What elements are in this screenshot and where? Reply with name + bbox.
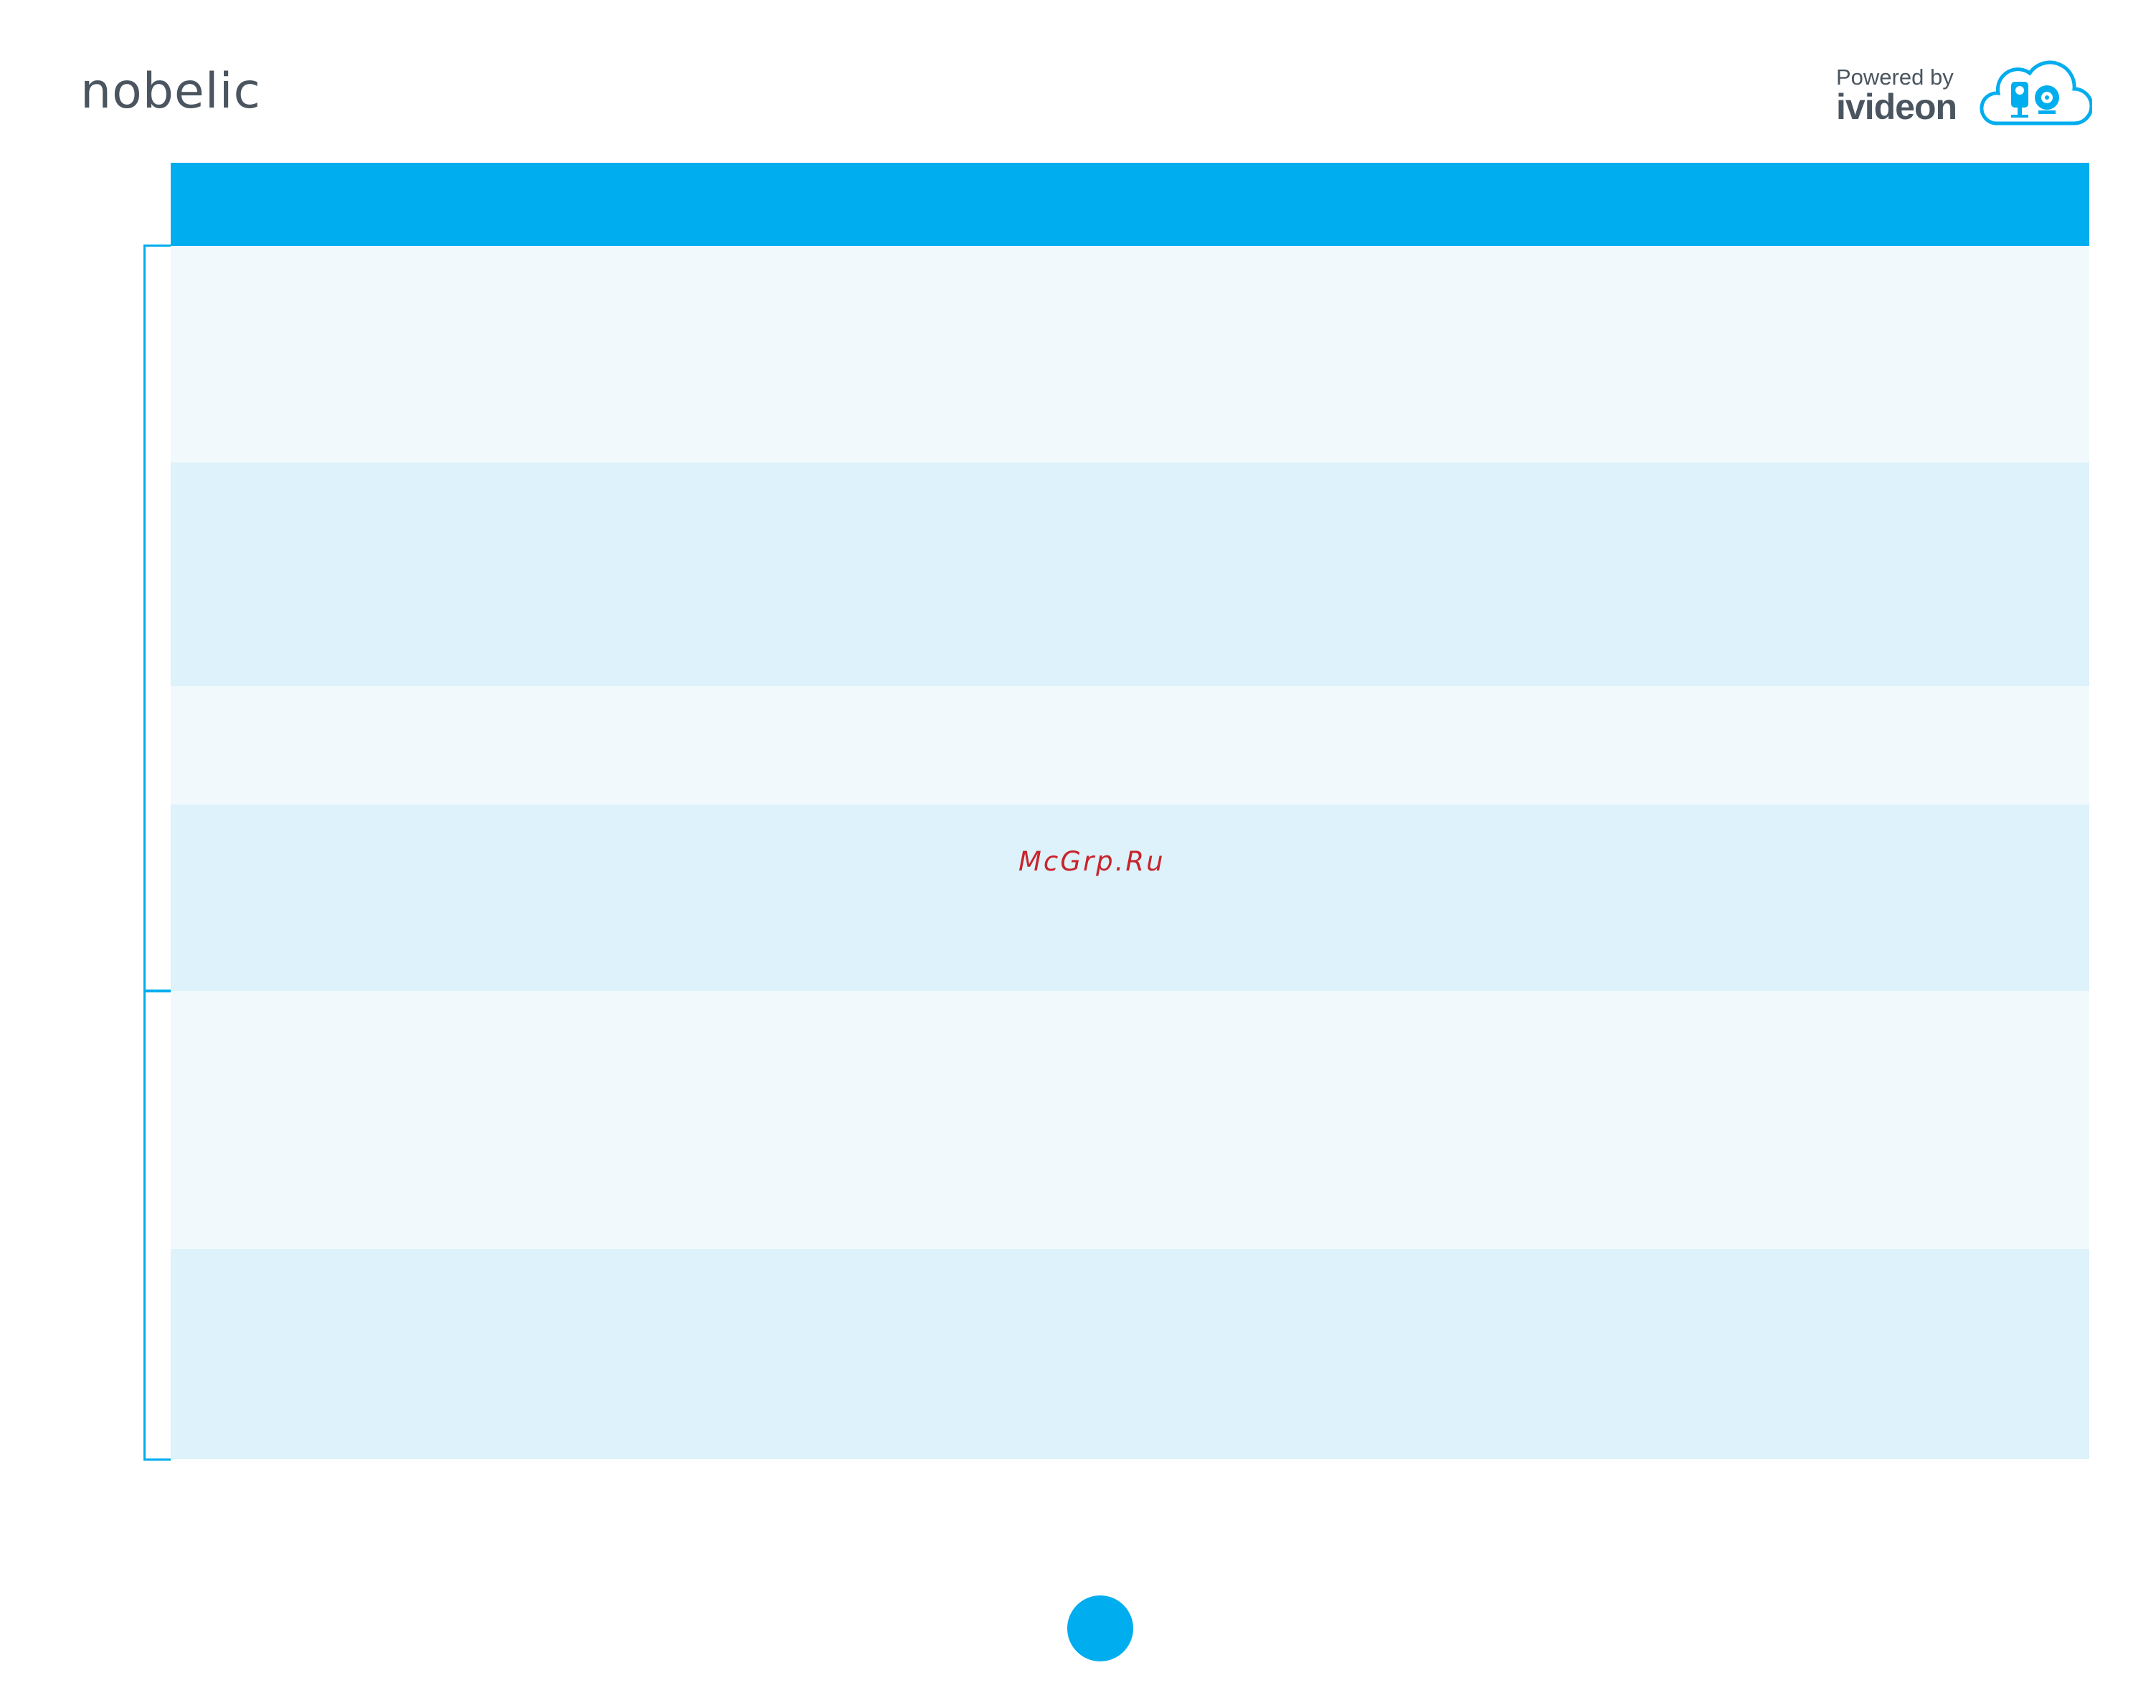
page-number-marker [1067,1595,1133,1661]
table-row [171,462,2089,686]
table-header [171,163,2089,246]
ivideon-logo-text: ivideon [1836,87,1957,127]
group-bracket [143,990,171,1461]
watermark-text: McGrp.Ru [1018,846,1166,877]
cloud-camera-icon [1980,60,2092,125]
ivideon-brand: Powered by ivideon [1836,60,2101,132]
table-row [171,1249,2089,1459]
table-row [171,991,2089,1249]
nobelic-logo: nobelic [80,63,261,120]
table-row [171,686,2089,805]
table-row [171,246,2089,462]
group-bracket [143,245,171,992]
table-row [171,805,2089,991]
